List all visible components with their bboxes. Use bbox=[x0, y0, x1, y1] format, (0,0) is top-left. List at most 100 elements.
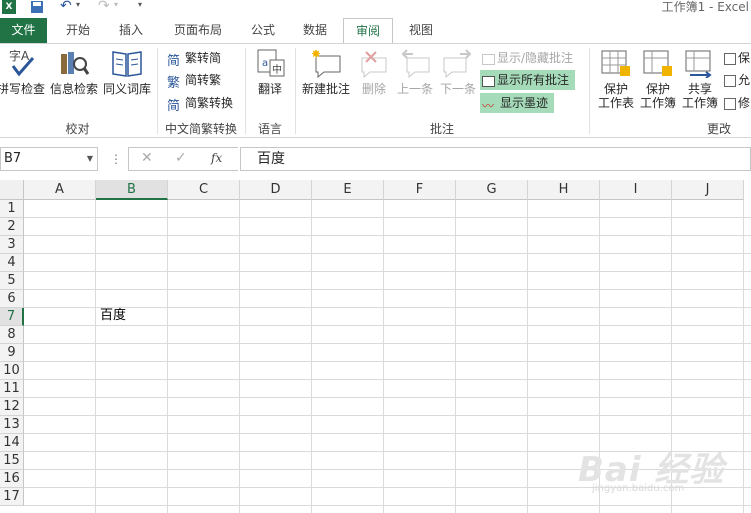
new-comment-button[interactable]: ✸ 新建批注 bbox=[299, 48, 353, 96]
row-header-3[interactable]: 3 bbox=[0, 236, 24, 254]
previous-comment-icon bbox=[401, 49, 430, 78]
previous-comment-button[interactable]: 上一条 bbox=[394, 48, 436, 96]
row-header-16[interactable]: 16 bbox=[0, 470, 24, 488]
column-header-g[interactable]: G bbox=[456, 180, 528, 200]
column-header-e[interactable]: E bbox=[312, 180, 384, 200]
protect-and-share-button[interactable]: 保 bbox=[722, 48, 750, 68]
row-header-7[interactable]: 7 bbox=[0, 308, 24, 326]
column-header-d[interactable]: D bbox=[240, 180, 312, 200]
grid-hline bbox=[24, 379, 751, 380]
grid-vline bbox=[743, 200, 744, 513]
select-all-corner[interactable] bbox=[0, 180, 24, 200]
next-comment-button[interactable]: 下一条 bbox=[437, 48, 479, 96]
tab-data[interactable]: 数据 bbox=[292, 18, 338, 43]
chinese-conversion-button[interactable]: 简简繁转换 bbox=[165, 93, 233, 114]
name-box-dropdown-icon[interactable]: ▼ bbox=[87, 148, 93, 170]
grid-hline bbox=[24, 343, 751, 344]
protect-sheet-button[interactable]: 保护 工作表 bbox=[595, 48, 637, 110]
formula-bar: B7 ▼ ⋮ ✕ ✓ fx 百度 bbox=[0, 144, 751, 174]
grid-vline bbox=[167, 200, 168, 513]
conversion-char-icon: 简 bbox=[167, 99, 181, 114]
row-header-2[interactable]: 2 bbox=[0, 218, 24, 236]
row-header-5[interactable]: 5 bbox=[0, 272, 24, 290]
research-button[interactable]: 信息检索 bbox=[49, 48, 99, 96]
column-header-j[interactable]: J bbox=[672, 180, 744, 200]
worksheet-grid[interactable]: ABCDEFGHIJ 1 2 3 4 5 6 7 8 9 10 11 12 13 14 15 16 17 百度 … bbox=[0, 180, 751, 513]
translate-button[interactable]: a中 翻译 bbox=[251, 48, 289, 96]
thesaurus-button[interactable]: 同义词库 bbox=[102, 48, 152, 96]
track-changes-icon bbox=[724, 98, 736, 110]
column-header-b[interactable]: B bbox=[96, 180, 168, 200]
cancel-entry-icon[interactable]: ✕ bbox=[141, 150, 153, 166]
column-header-a[interactable]: A bbox=[24, 180, 96, 200]
grid-vline bbox=[239, 200, 240, 513]
tab-formulas[interactable]: 公式 bbox=[240, 18, 286, 43]
protect-workbook-button[interactable]: 保护 工作簿 bbox=[637, 48, 679, 110]
column-header-f[interactable]: F bbox=[384, 180, 456, 200]
redo-dropdown-icon[interactable]: ▾ bbox=[114, 0, 118, 9]
tab-page-layout[interactable]: 页面布局 bbox=[163, 18, 233, 43]
column-header-i[interactable]: I bbox=[600, 180, 672, 200]
share-workbook-button[interactable]: 共享 工作簿 bbox=[679, 48, 721, 110]
tab-review[interactable]: 审阅 bbox=[343, 18, 393, 44]
cell-b7[interactable]: 百度 bbox=[97, 307, 169, 325]
customize-qat-icon[interactable]: ▾ bbox=[138, 0, 142, 9]
window-title: 工作簿1 - Excel bbox=[661, 0, 749, 14]
tab-home[interactable]: 开始 bbox=[55, 18, 101, 43]
show-hide-comment-button[interactable]: 显示/隐藏批注 bbox=[480, 48, 573, 68]
row-header-9[interactable]: 9 bbox=[0, 344, 24, 362]
row-header-14[interactable]: 14 bbox=[0, 434, 24, 452]
row-header-4[interactable]: 4 bbox=[0, 254, 24, 272]
row-header-1[interactable]: 1 bbox=[0, 200, 24, 218]
row-header-13[interactable]: 13 bbox=[0, 416, 24, 434]
formula-input[interactable]: 百度 bbox=[240, 147, 751, 171]
row-header-12[interactable]: 12 bbox=[0, 398, 24, 416]
grid-vline bbox=[383, 200, 384, 513]
grid-hline bbox=[24, 397, 751, 398]
row-header-8[interactable]: 8 bbox=[0, 326, 24, 344]
grid-hline bbox=[24, 235, 751, 236]
formula-bar-grip-icon[interactable]: ⋮ bbox=[110, 152, 122, 166]
tab-insert[interactable]: 插入 bbox=[108, 18, 154, 43]
protect-share-icon bbox=[724, 53, 736, 65]
svg-text:a: a bbox=[262, 58, 268, 69]
tab-view[interactable]: 视图 bbox=[398, 18, 444, 43]
svg-text:中: 中 bbox=[272, 63, 282, 76]
spell-check-button[interactable]: 字A 拼写检查 bbox=[0, 48, 46, 96]
redo-icon[interactable]: ↷ bbox=[98, 0, 110, 14]
insert-function-icon[interactable]: fx bbox=[211, 151, 222, 165]
row-header-15[interactable]: 15 bbox=[0, 452, 24, 470]
grid-hline bbox=[24, 253, 751, 254]
save-icon[interactable] bbox=[30, 0, 44, 17]
group-label-changes: 更改 bbox=[706, 122, 731, 136]
show-all-comments-icon bbox=[482, 76, 495, 87]
enter-entry-icon[interactable]: ✓ bbox=[175, 150, 187, 166]
group-label-proofing: 校对 bbox=[65, 122, 90, 136]
undo-icon[interactable]: ↶ bbox=[60, 0, 72, 14]
group-label-language: 语言 bbox=[257, 122, 282, 136]
row-header-6[interactable]: 6 bbox=[0, 290, 24, 308]
to-simplified-button[interactable]: 简繁转简 bbox=[165, 48, 221, 69]
row-header-11[interactable]: 11 bbox=[0, 380, 24, 398]
grid-hline bbox=[24, 433, 751, 434]
row-header-10[interactable]: 10 bbox=[0, 362, 24, 380]
column-header-c[interactable]: C bbox=[168, 180, 240, 200]
thesaurus-icon bbox=[112, 51, 142, 77]
row-header-17[interactable]: 17 bbox=[0, 488, 24, 506]
grid-hline bbox=[24, 217, 751, 218]
share-workbook-icon bbox=[685, 50, 712, 78]
ribbon: 字A 拼写检查 信息检索 同义词库 校对 简繁转简 繁简转繁 简简繁转换 中文简… bbox=[0, 43, 751, 138]
to-traditional-button[interactable]: 繁简转繁 bbox=[165, 70, 221, 91]
next-comment-icon bbox=[443, 49, 472, 78]
track-changes-button[interactable]: 修 bbox=[722, 93, 750, 113]
tab-file[interactable]: 文件 bbox=[0, 18, 47, 43]
name-box[interactable]: B7 ▼ bbox=[0, 147, 98, 171]
column-header-h[interactable]: H bbox=[528, 180, 600, 200]
svg-text:字A: 字A bbox=[9, 48, 30, 63]
allow-edit-icon bbox=[724, 75, 736, 87]
allow-edit-ranges-button[interactable]: 允 bbox=[722, 70, 750, 90]
undo-dropdown-icon[interactable]: ▾ bbox=[76, 0, 80, 9]
show-all-comments-button[interactable]: 显示所有批注 bbox=[480, 70, 576, 90]
delete-comment-button[interactable]: 删除 bbox=[356, 48, 392, 96]
show-ink-button[interactable]: 〰显示墨迹 bbox=[480, 93, 555, 113]
